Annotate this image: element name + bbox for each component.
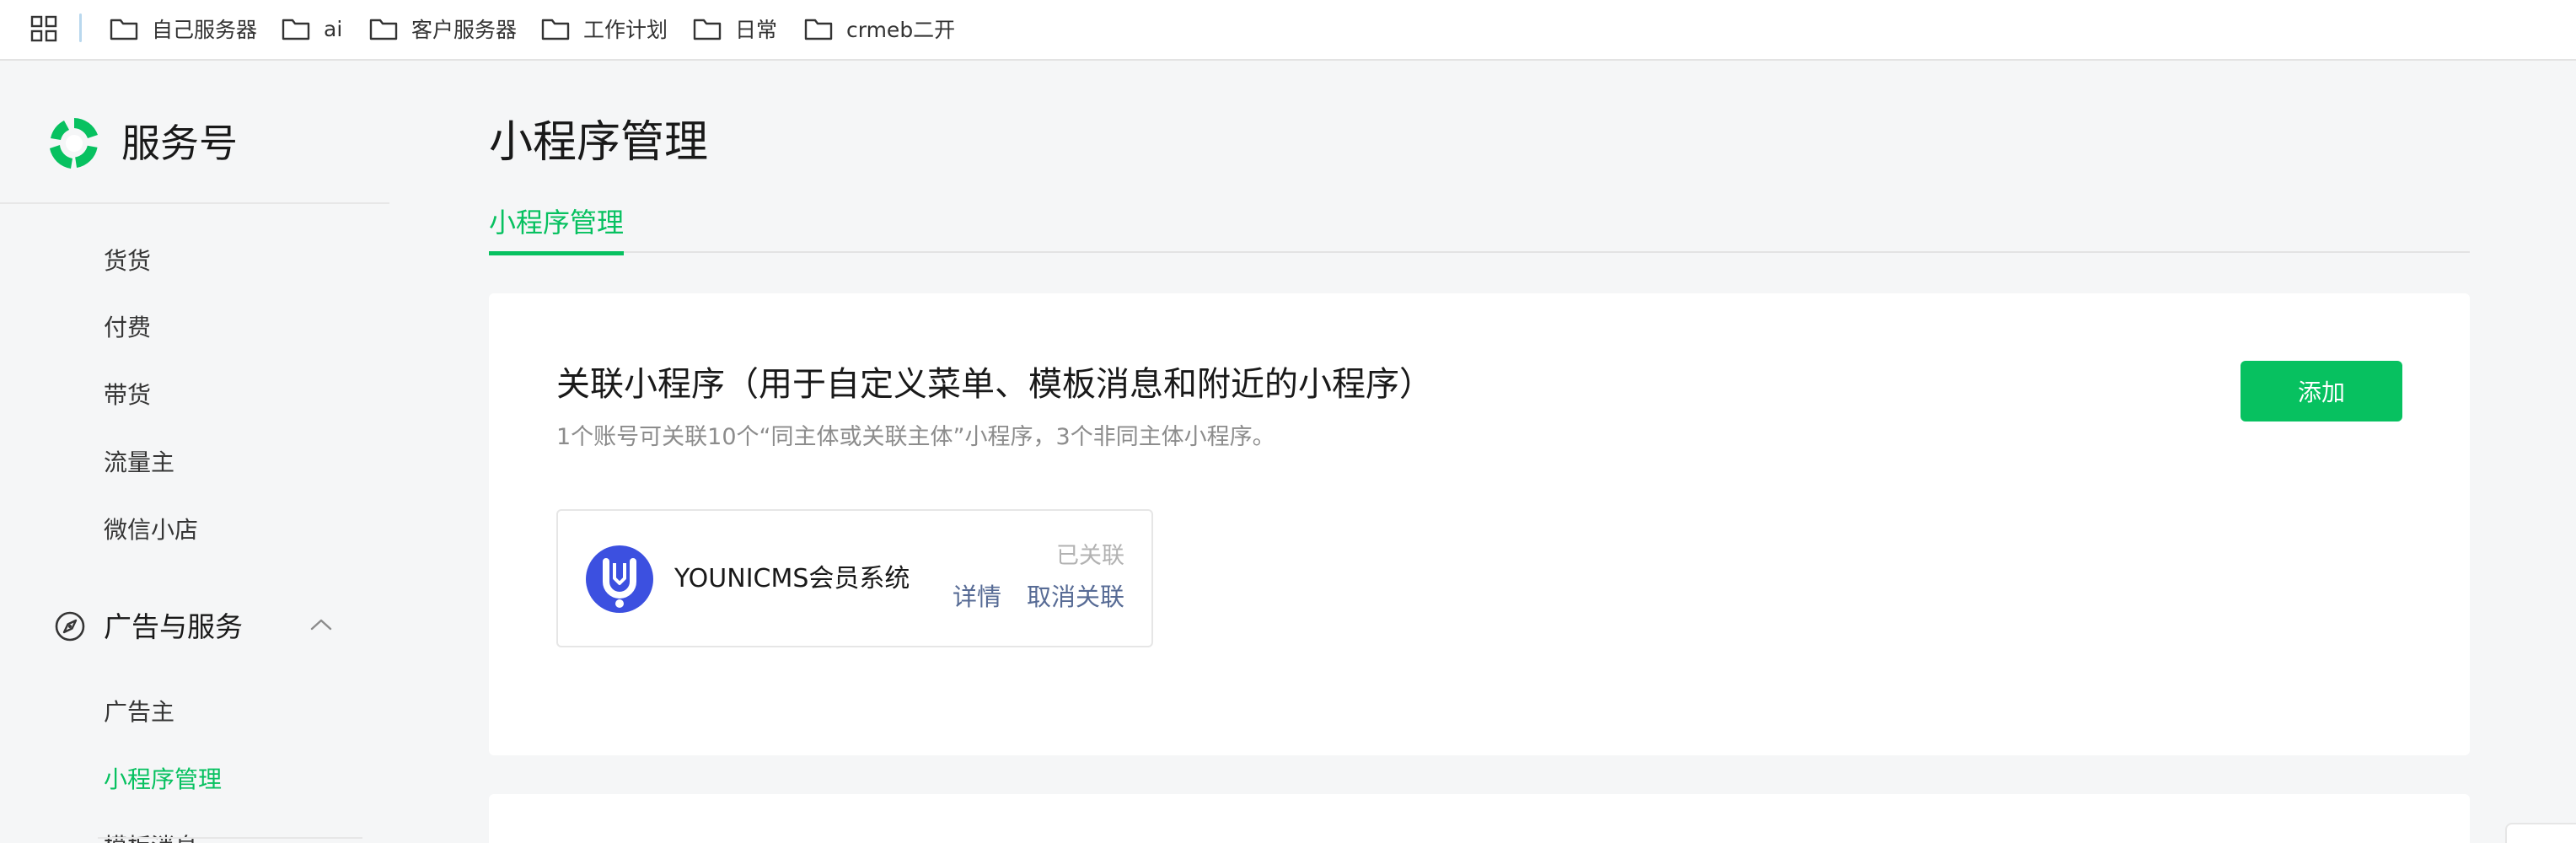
sidebar-item-selling[interactable]: 带货: [104, 379, 151, 412]
mini-program-actions: 详情 取消关联: [953, 580, 1124, 614]
folder-icon: [804, 19, 833, 40]
bookmark-folder[interactable]: 日常: [693, 12, 777, 46]
sidebar: 服务号 货货 付费 带货 流量主 微信小店 广告与服务 广告主 小程序管理 模板…: [0, 62, 389, 843]
mini-program-item: YOUNICMS会员系统 已关联 详情 取消关联: [556, 509, 1153, 647]
bookmarks-bar: 自己服务器 ai 客户服务器 工作计划 日常 crmeb二开: [0, 0, 2576, 61]
sidebar-group-ads-services[interactable]: 广告与服务: [54, 605, 341, 647]
linked-mini-programs-card: 关联小程序（用于自定义菜单、模板消息和附近的小程序） 1个账号可关联10个“同主…: [489, 293, 2470, 755]
sidebar-item-paid[interactable]: 付费: [104, 311, 151, 345]
bookmark-label: 自己服务器: [152, 18, 258, 42]
tab-bar: 小程序管理: [489, 194, 2470, 255]
sidebar-item-wechat-shop[interactable]: 微信小店: [104, 513, 198, 547]
bookmark-folder[interactable]: ai: [282, 12, 342, 46]
bookmark-label: ai: [324, 16, 343, 41]
bookmarks-divider: [79, 13, 82, 42]
bookmark-label: crmeb二开: [846, 18, 956, 42]
sidebar-item-advertiser[interactable]: 广告主: [104, 695, 174, 729]
next-section-card: [489, 794, 2470, 843]
bookmark-label: 工作计划: [583, 18, 668, 42]
brand-title: 服务号: [121, 121, 238, 166]
chevron-up-icon[interactable]: [309, 615, 334, 634]
unlink-link[interactable]: 取消关联: [1027, 580, 1124, 614]
mini-program-name: YOUNICMS会员系统: [674, 564, 910, 593]
folder-icon: [282, 19, 310, 40]
floating-widget-edge[interactable]: [2505, 823, 2576, 843]
sidebar-group-label: 广告与服务: [104, 610, 243, 643]
sidebar-item-mini-program-manage[interactable]: 小程序管理: [104, 763, 222, 797]
bookmark-label: 客户服务器: [411, 18, 518, 42]
page-title: 小程序管理: [489, 117, 709, 168]
tab-mini-program-manage[interactable]: 小程序管理: [489, 204, 625, 255]
sidebar-bottom-divider: [98, 837, 362, 839]
sidebar-item-huohuo[interactable]: 货货: [104, 244, 151, 278]
detail-link[interactable]: 详情: [953, 580, 1001, 614]
section-description: 1个账号可关联10个“同主体或关联主体”小程序，3个非同主体小程序。: [556, 424, 1275, 450]
sidebar-item-traffic-host[interactable]: 流量主: [104, 446, 174, 480]
bookmark-folder[interactable]: crmeb二开: [804, 12, 955, 46]
apps-grid-icon[interactable]: [30, 15, 57, 42]
bookmark-folder[interactable]: 工作计划: [541, 12, 668, 46]
bookmark-folder[interactable]: 自己服务器: [110, 12, 257, 46]
add-button[interactable]: 添加: [2241, 361, 2402, 422]
sidebar-menu: 货货 付费 带货 流量主 微信小店 广告与服务 广告主 小程序管理 模板消息: [0, 204, 389, 843]
folder-icon: [541, 19, 570, 40]
compass-icon: [55, 611, 85, 642]
mini-program-avatar-icon: [586, 545, 653, 613]
folder-icon: [693, 19, 722, 40]
wechat-service-logo-icon[interactable]: [46, 115, 103, 172]
link-status: 已关联: [1056, 543, 1124, 569]
bookmark-label: 日常: [735, 18, 778, 42]
folder-icon: [110, 19, 138, 40]
section-title: 关联小程序（用于自定义菜单、模板消息和附近的小程序）: [556, 365, 1433, 404]
folder-icon: [369, 19, 398, 40]
bookmark-folder[interactable]: 客户服务器: [369, 12, 517, 46]
